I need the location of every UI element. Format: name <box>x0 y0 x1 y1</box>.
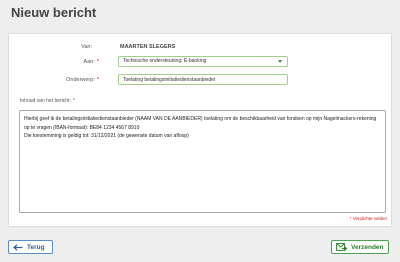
to-label-text: Aan: <box>83 59 95 65</box>
recipient-select[interactable]: Technische ondersteuning: E-banking <box>118 56 288 67</box>
subject-label: Onderwerp: * <box>19 77 99 83</box>
send-button-label: Verzenden <box>351 243 384 251</box>
recipient-select-value: Technische ondersteuning: E-banking <box>123 58 207 64</box>
send-button[interactable]: Verzenden <box>331 240 389 254</box>
required-fields-note: * Verplichte velden <box>350 216 387 221</box>
to-required-mark: * <box>96 59 99 65</box>
subject-label-text: Onderwerp: <box>66 77 95 83</box>
required-note-mark: * <box>349 216 352 221</box>
message-body-textarea[interactable]: Hierbij geef ik de betalingsinitiatiedie… <box>19 110 386 213</box>
from-value: MAARTEN SLEGERS <box>120 44 176 50</box>
back-button-label: Terug <box>27 243 45 251</box>
back-button[interactable]: Terug <box>8 240 53 254</box>
from-label-text: Van: <box>81 44 92 50</box>
required-note-text: Verplichte velden <box>352 216 387 221</box>
to-label: Aan: * <box>19 59 99 65</box>
from-label: Van: <box>12 44 92 50</box>
send-icon <box>336 243 347 251</box>
arrow-left-icon <box>13 243 23 251</box>
subject-required-mark: * <box>96 77 99 83</box>
body-label-text: Inhoud van het bericht: <box>20 98 71 104</box>
page-title: Nieuw bericht <box>11 5 97 20</box>
subject-input[interactable] <box>118 74 288 85</box>
body-required-mark: * <box>72 98 75 104</box>
chevron-down-icon <box>278 60 282 63</box>
message-form-panel: Van: MAARTEN SLEGERS Aan: * Technische on… <box>8 33 392 227</box>
body-label: Inhoud van het bericht: * <box>20 98 75 104</box>
